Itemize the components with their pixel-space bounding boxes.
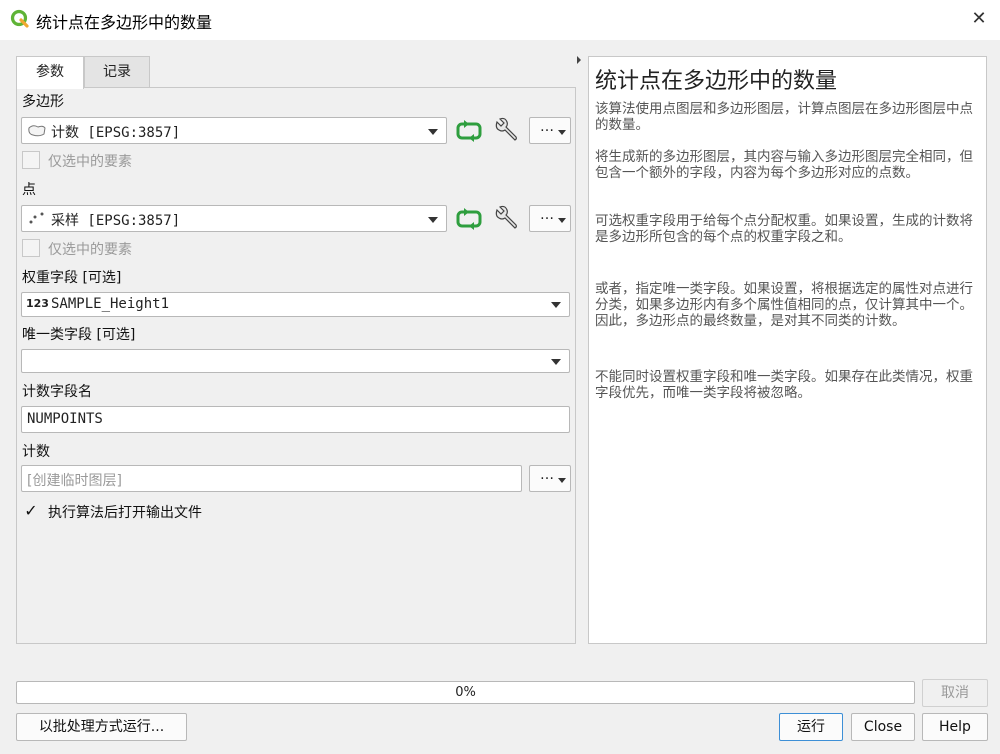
chevron-down-icon	[558, 218, 566, 223]
tab-log[interactable]: 记录	[84, 56, 150, 88]
weight-field-select[interactable]: 123 SAMPLE_Height1	[21, 292, 570, 317]
splitter-handle[interactable]	[577, 56, 581, 64]
output-file-input[interactable]: [创建临时图层]	[21, 465, 522, 492]
weight-field-value: SAMPLE_Height1	[51, 296, 170, 312]
output-label: 计数	[22, 444, 50, 460]
chevron-down-icon	[428, 129, 438, 135]
output-placeholder: [创建临时图层]	[27, 473, 122, 489]
close-icon[interactable]: ✕	[968, 8, 990, 30]
count-field-name-input[interactable]: NUMPOINTS	[21, 406, 570, 433]
polygon-layer-select[interactable]: 计数 [EPSG:3857]	[21, 117, 447, 144]
weight-field-label: 权重字段 [可选]	[22, 270, 122, 286]
title-bar: 统计点在多边形中的数量 ✕	[0, 0, 1000, 40]
points-selected-only-label: 仅选中的要素	[48, 242, 132, 258]
help-button[interactable]: Help	[922, 713, 988, 741]
points-label: 点	[22, 182, 36, 198]
help-panel: 统计点在多边形中的数量 该算法使用点图层和多边形图层，计算点图层在多边形图层中点…	[588, 56, 987, 644]
qgis-logo-icon	[10, 9, 29, 28]
batch-run-button[interactable]: 以批处理方式运行...	[16, 713, 187, 741]
help-paragraph: 该算法使用点图层和多边形图层，计算点图层在多边形图层中点的数量。	[595, 101, 973, 133]
point-layer-icon	[29, 212, 44, 224]
cancel-button[interactable]: 取消	[922, 679, 988, 707]
open-output-label: 执行算法后打开输出文件	[48, 505, 202, 521]
tab-parameters[interactable]: 参数	[16, 56, 84, 89]
progress-text: 0%	[455, 685, 476, 700]
help-paragraph: 将生成新的多边形图层，其内容与输入多边形图层完全相同，但包含一个额外的字段，内容…	[595, 149, 973, 181]
count-field-name-label: 计数字段名	[22, 384, 92, 400]
help-paragraph: 可选权重字段用于给每个点分配权重。如果设置，生成的计数将是多边形所包含的每个点的…	[595, 213, 973, 245]
chevron-down-icon	[428, 217, 438, 223]
open-output-checkbox[interactable]: ✓	[22, 502, 40, 520]
chevron-down-icon	[558, 478, 566, 483]
points-layer-value: 采样 [EPSG:3857]	[51, 213, 181, 229]
class-field-select[interactable]	[21, 349, 570, 373]
polygon-more-button[interactable]: …	[529, 117, 571, 144]
help-paragraph: 不能同时设置权重字段和唯一类字段。如果存在此类情况，权重字段优先，而唯一类字段将…	[595, 369, 973, 401]
chevron-down-icon	[551, 359, 561, 365]
progress-bar: 0%	[16, 681, 915, 704]
output-more-button[interactable]: …	[529, 465, 571, 492]
polygon-selected-only-checkbox[interactable]	[22, 151, 40, 169]
points-layer-select[interactable]: 采样 [EPSG:3857]	[21, 205, 447, 232]
polygon-selected-only-label: 仅选中的要素	[48, 154, 132, 170]
chevron-down-icon	[551, 302, 561, 308]
iterate-sync-icon[interactable]	[455, 117, 483, 145]
close-button[interactable]: Close	[851, 713, 915, 741]
points-selected-only-checkbox[interactable]	[22, 239, 40, 257]
iterate-sync-icon[interactable]	[455, 205, 483, 233]
count-field-name-value: NUMPOINTS	[27, 411, 103, 427]
chevron-down-icon	[558, 130, 566, 135]
wrench-settings-icon[interactable]	[492, 116, 520, 144]
help-paragraph: 或者，指定唯一类字段。如果设置，将根据选定的属性对点进行分类，如果多边形内有多个…	[595, 281, 973, 329]
window-title: 统计点在多边形中的数量	[36, 13, 213, 32]
numeric-field-icon: 123	[26, 297, 49, 310]
run-button[interactable]: 运行	[779, 713, 843, 741]
polygon-layer-value: 计数 [EPSG:3857]	[51, 125, 181, 141]
wrench-settings-icon[interactable]	[492, 204, 520, 232]
help-title: 统计点在多边形中的数量	[595, 69, 838, 94]
polygon-label: 多边形	[22, 94, 64, 110]
points-more-button[interactable]: …	[529, 205, 571, 232]
class-field-label: 唯一类字段 [可选]	[22, 327, 136, 343]
polygon-layer-icon	[28, 125, 46, 137]
